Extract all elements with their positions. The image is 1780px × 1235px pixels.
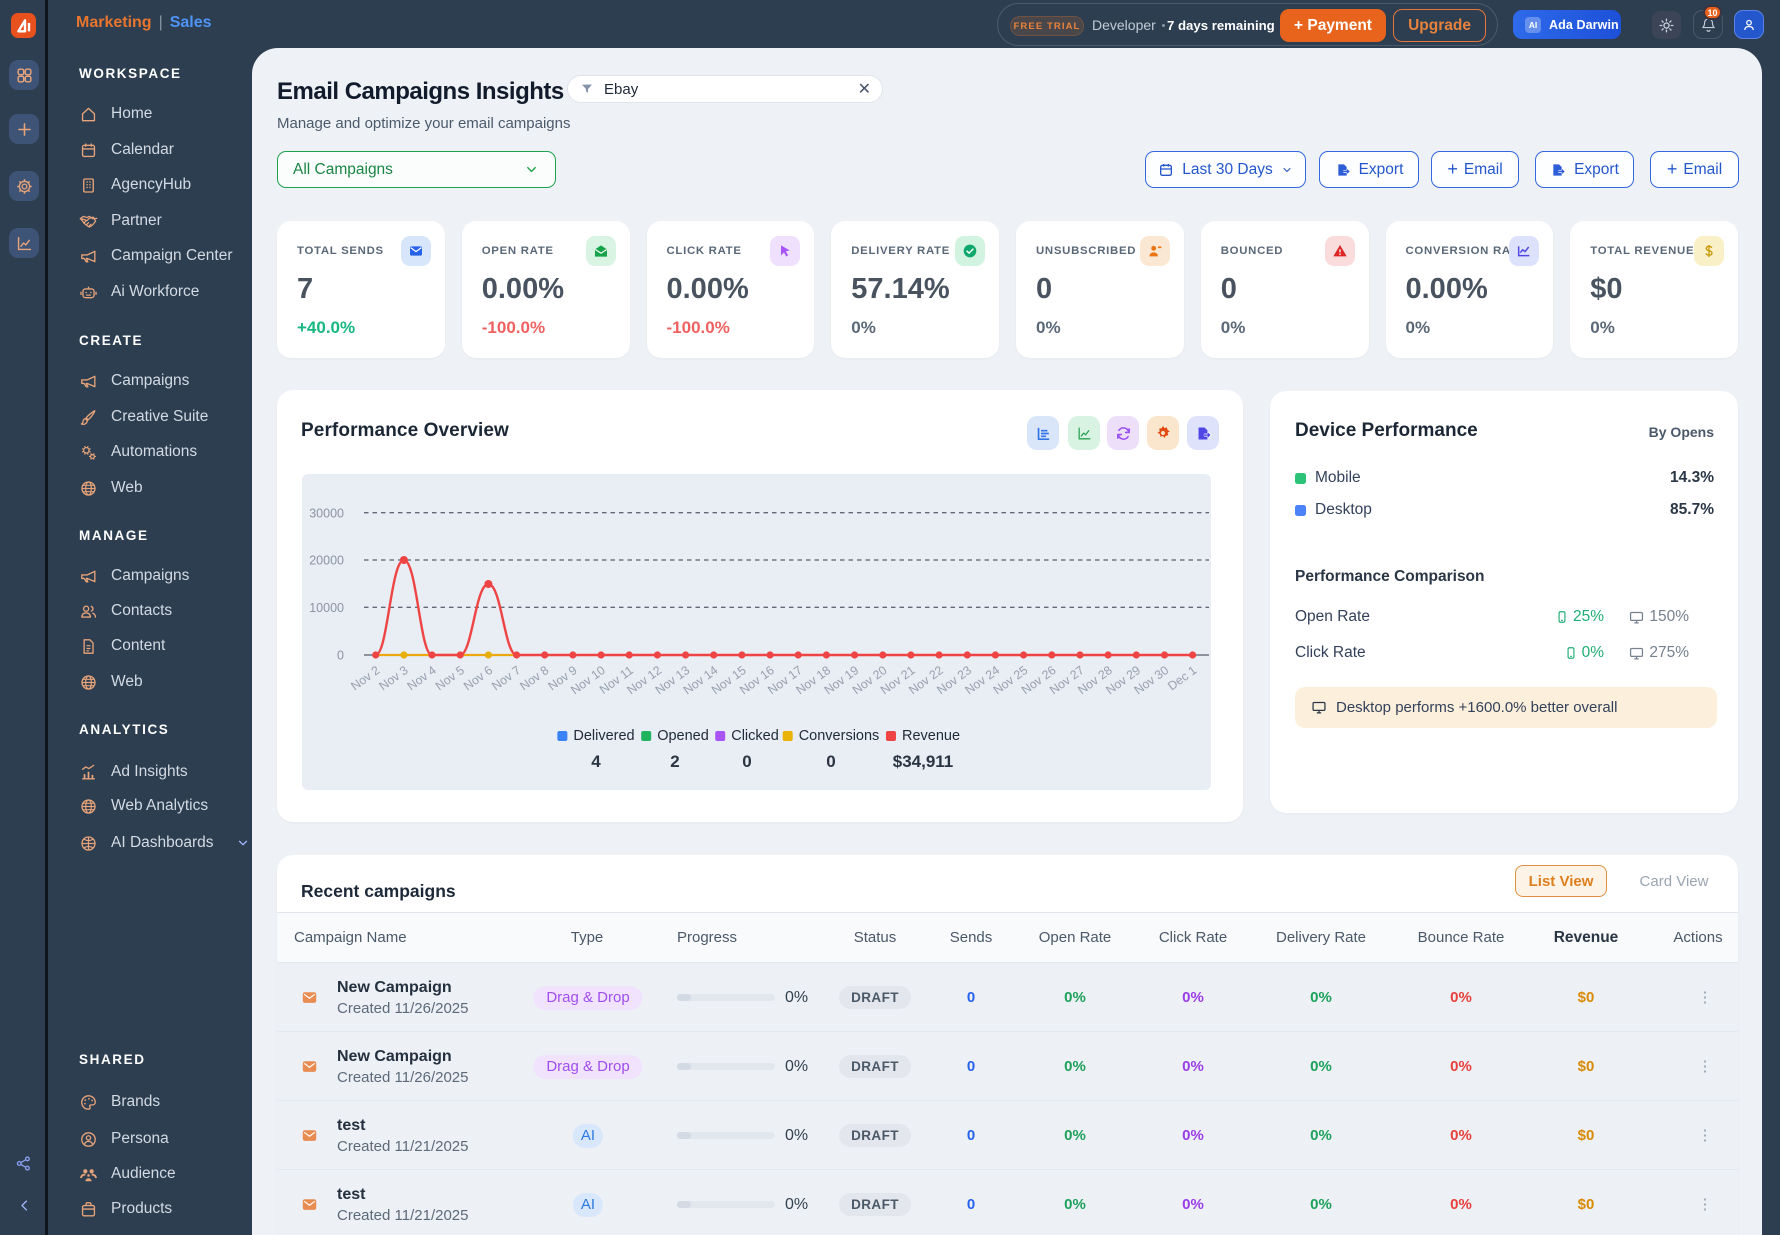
svg-text:Nov 7: Nov 7: [489, 663, 523, 693]
svg-text:0: 0: [337, 649, 344, 663]
svg-text:10000: 10000: [309, 601, 344, 615]
svg-text:Nov 5: Nov 5: [433, 663, 467, 693]
svg-text:20000: 20000: [309, 554, 344, 568]
svg-text:Nov 8: Nov 8: [517, 663, 551, 693]
svg-text:30000: 30000: [309, 506, 344, 520]
svg-text:Nov 6: Nov 6: [461, 663, 495, 693]
svg-text:Dec 1: Dec 1: [1165, 663, 1199, 693]
svg-text:Nov 3: Nov 3: [376, 663, 410, 693]
svg-text:Nov 4: Nov 4: [405, 663, 439, 693]
svg-text:Nov 2: Nov 2: [348, 663, 382, 693]
